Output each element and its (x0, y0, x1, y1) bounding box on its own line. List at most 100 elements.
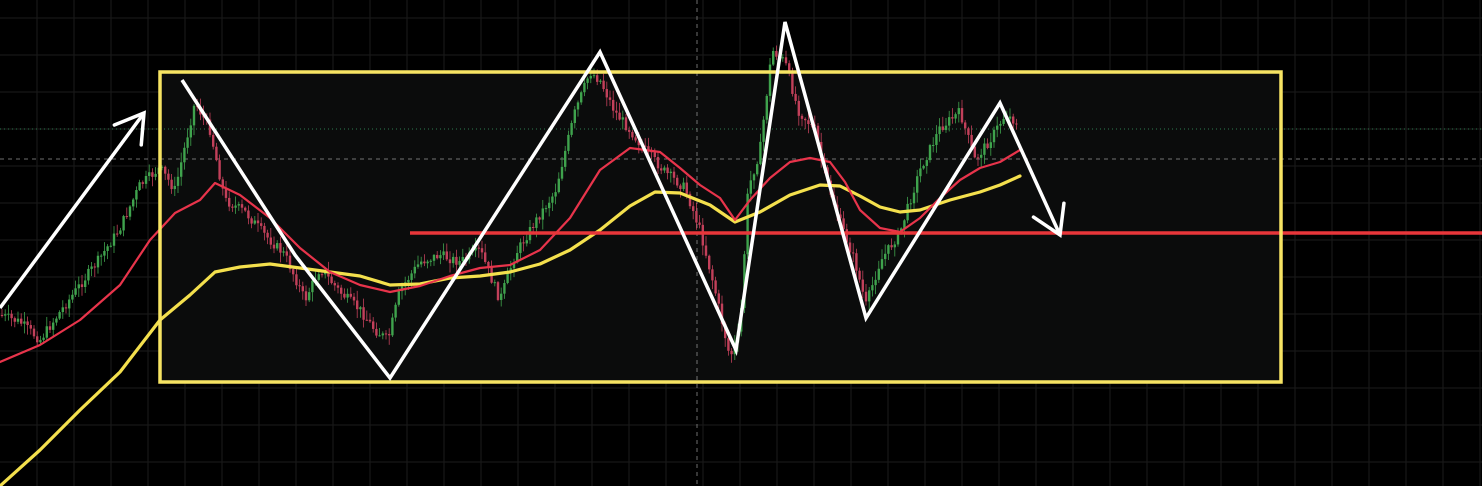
candle-body (775, 50, 778, 57)
candle-body (496, 282, 500, 300)
candle-body (938, 126, 941, 135)
candle-body (589, 76, 592, 79)
candle-body (586, 78, 589, 83)
candle-body (4, 314, 7, 316)
candle-body (935, 134, 938, 145)
candle-body (964, 122, 967, 129)
candle-body (973, 146, 976, 158)
candle-body (941, 126, 944, 130)
candle-body (10, 313, 13, 319)
candle-body (615, 110, 618, 113)
candle-body (1012, 116, 1015, 124)
candle-body (596, 75, 599, 82)
candle-body (112, 233, 116, 246)
candle-body (506, 273, 509, 283)
candle-body (330, 276, 333, 284)
candle-body (420, 261, 423, 265)
candle-body (100, 255, 103, 257)
candle-body (48, 326, 52, 330)
candle-body (256, 220, 260, 224)
candle-body (893, 244, 896, 248)
candle-body (151, 172, 154, 177)
candle-body (154, 173, 157, 177)
candle-body (618, 112, 621, 120)
candle-body (410, 273, 413, 280)
candle-body (279, 243, 282, 253)
candle-body (701, 224, 704, 246)
candle-body (90, 266, 93, 269)
candle-body (916, 176, 919, 193)
candle-body (240, 204, 244, 208)
candle-body (631, 131, 634, 138)
candle-body (356, 300, 359, 310)
candle-body (116, 233, 119, 235)
candle-body (541, 208, 544, 220)
candle-body (544, 208, 548, 210)
candle-body (45, 326, 48, 338)
candle-body (164, 166, 167, 174)
candle-body (925, 160, 928, 166)
candle-body (247, 210, 250, 219)
candle-body (0, 315, 4, 316)
candle-body (890, 245, 893, 248)
candle-body (250, 218, 253, 224)
candle-body (298, 285, 301, 287)
candle-body (564, 150, 567, 167)
candle-body (148, 172, 151, 176)
candle-body (1008, 116, 1012, 119)
candle-body (480, 248, 484, 253)
candle-body (919, 168, 922, 177)
candle-body (32, 328, 36, 337)
candle-body (39, 339, 42, 343)
candle-body (138, 182, 141, 191)
candle-body (503, 282, 506, 294)
candle-body (711, 269, 714, 281)
candle-body (266, 232, 269, 238)
candle-body (519, 242, 522, 254)
candle-body (698, 222, 701, 225)
candle-body (759, 141, 762, 165)
candle-body (676, 177, 679, 186)
candle-body (292, 269, 295, 275)
candle-body (416, 264, 420, 267)
candle-body (7, 313, 10, 315)
candle-body (762, 119, 765, 142)
candle-body (333, 283, 336, 286)
candle-body (704, 245, 708, 256)
candle-body (804, 118, 807, 121)
candle-body (308, 292, 311, 301)
candle-body (349, 293, 352, 297)
candle-body (484, 252, 487, 262)
candle-body (548, 202, 551, 209)
candle-body (570, 123, 573, 135)
candle-body (682, 182, 685, 190)
candle-body (756, 164, 759, 175)
candle-body (538, 217, 541, 220)
candle-body (624, 117, 628, 131)
candle-body (621, 117, 624, 120)
trading-chart (0, 0, 1482, 486)
candle-body (522, 242, 525, 244)
candle-body (132, 199, 135, 207)
candle-body (567, 134, 570, 151)
candle-body (391, 317, 394, 336)
candle-body (103, 250, 106, 256)
candle-body (317, 274, 320, 280)
candle-body (20, 318, 23, 324)
candle-body (583, 82, 586, 93)
candle-body (26, 321, 29, 326)
candle-body (932, 144, 935, 146)
candle-body (983, 143, 986, 155)
candle-body (477, 247, 480, 249)
candle-body (864, 291, 868, 302)
candle-body (996, 125, 999, 130)
candle-body (93, 266, 96, 268)
candle-body (42, 337, 45, 340)
candle-body (791, 72, 794, 94)
candle-body (954, 114, 957, 119)
candle-body (215, 146, 218, 161)
candle-body (685, 182, 688, 194)
candle-body (269, 237, 272, 245)
candle-body (141, 182, 144, 184)
candle-body (669, 171, 672, 174)
